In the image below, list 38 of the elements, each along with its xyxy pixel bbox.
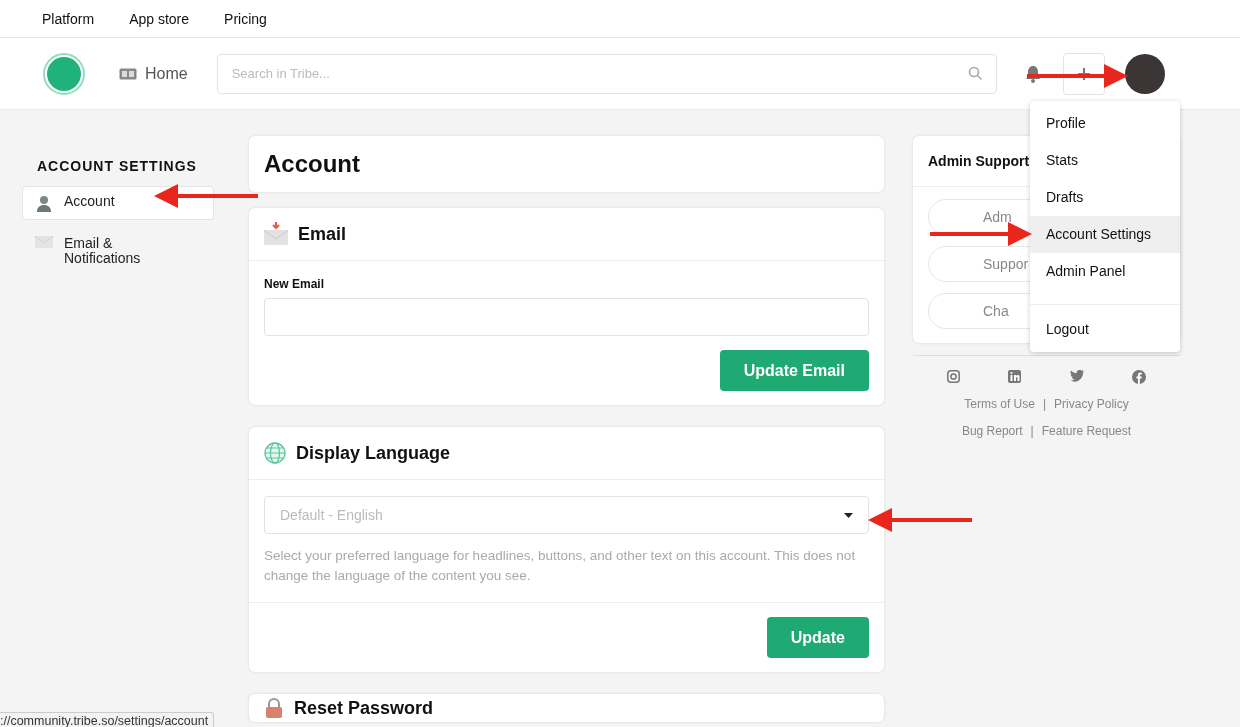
- menu-item[interactable]: Logout: [1030, 311, 1180, 348]
- twitter-icon[interactable]: [1069, 370, 1084, 382]
- plus-icon: [1076, 66, 1091, 81]
- padlock-icon: [264, 698, 284, 718]
- caret-icon: [844, 512, 853, 518]
- menu-item[interactable]: Account Settings: [1030, 216, 1180, 253]
- email-field[interactable]: [264, 298, 869, 336]
- nav-link[interactable]: App store: [129, 10, 190, 27]
- nav-link[interactable]: Platform: [42, 10, 95, 27]
- logo-icon[interactable]: [43, 52, 85, 95]
- page-title: Account: [249, 136, 884, 192]
- help-text: Select your preferred language for headlines, buttons, and other text on this account. This does not change the language of the content you see.: [264, 547, 857, 585]
- section-title: Email: [298, 223, 347, 245]
- section-title: Display Language: [296, 442, 451, 464]
- field-label: New Email: [264, 277, 326, 291]
- sidebar-item[interactable]: Email & Notifications: [22, 228, 214, 274]
- sidebar-title: ACCOUNT SETTINGS: [37, 158, 198, 174]
- linkedin-icon[interactable]: [1008, 370, 1022, 383]
- status-url: ://community.tribe.so/settings/account: [0, 712, 215, 727]
- search-field[interactable]: Search in Tribe...: [216, 53, 997, 94]
- menu-item[interactable]: Stats: [1030, 142, 1180, 179]
- nav-link[interactable]: Pricing: [224, 10, 267, 27]
- person-icon: [35, 194, 53, 212]
- section-title: Reset Password: [294, 697, 434, 719]
- envelope-icon: [264, 222, 288, 246]
- menu-item[interactable]: Admin Panel: [1030, 253, 1180, 290]
- separator: |: [1042, 397, 1047, 411]
- separator: |: [1030, 424, 1034, 438]
- sidebar-item[interactable]: Account: [22, 186, 214, 220]
- newspaper-icon: [119, 67, 137, 80]
- facebook-icon[interactable]: [1131, 370, 1146, 384]
- search-icon[interactable]: [967, 65, 983, 81]
- globe-icon: [264, 442, 286, 464]
- envelope-icon: [35, 236, 53, 248]
- home-link[interactable]: Home: [119, 64, 188, 83]
- avatar[interactable]: [1124, 53, 1165, 94]
- plus-button[interactable]: [1062, 52, 1105, 95]
- instagram-icon[interactable]: [947, 370, 961, 383]
